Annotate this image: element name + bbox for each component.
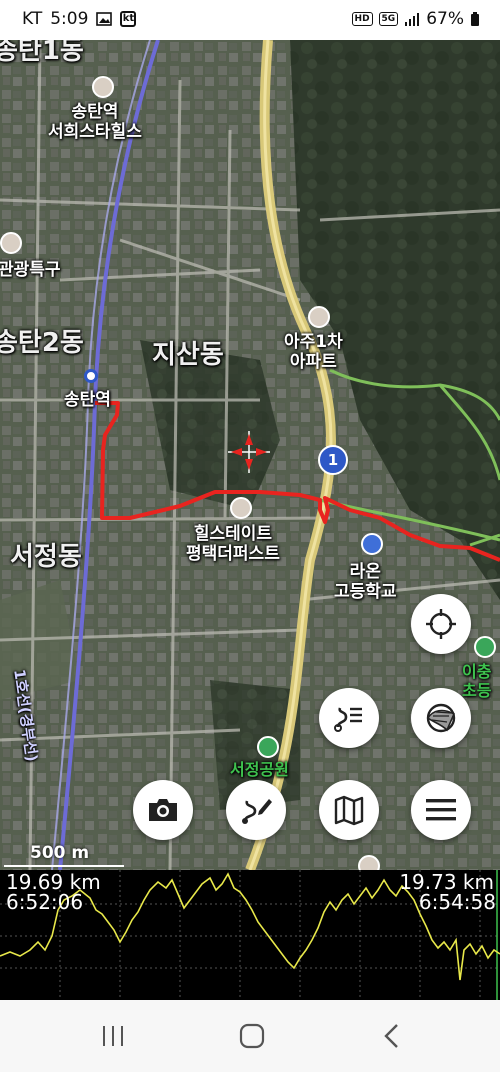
satellite-map-background [0,40,500,870]
clock: 5:09 [50,9,89,29]
scale-bar: 500 m [0,843,130,870]
map-button[interactable] [319,780,379,840]
battery-icon [470,12,480,26]
gallery-icon [96,12,113,26]
map-label-aju-apt: 아주1차 아파트 [284,332,343,373]
signal-icon [404,12,420,26]
draw-route-button[interactable] [226,780,286,840]
draw-route-icon [242,799,272,824]
poi-park-icon[interactable] [257,736,279,758]
route-list-button[interactable] [319,688,379,748]
poi-building-icon[interactable] [92,76,114,98]
locate-icon [426,609,456,639]
map-label-tourism-zone: 관광특구 [0,260,61,280]
map-label-raon-high: 라온 고등학교 [334,562,397,603]
map-label-songtan-station-hills: 송탄역 서희스타힐스 [48,102,142,143]
carrier-label: KT [22,9,43,29]
scale-label: 500 m [30,843,90,863]
menu-icon [426,799,456,821]
recents-button[interactable] [83,1016,143,1056]
home-icon [239,1023,265,1049]
map-label-songtan-station: 송탄역 [64,390,111,410]
map-label-songtan-2dong: 송탄2동 [0,328,84,358]
map-label-ichung: 이충 초등 [462,662,492,701]
map-label-seojeong-dong: 서정동 [10,542,82,572]
map-layer-icon [426,703,456,733]
recents-icon [103,1026,123,1046]
status-bar: KT 5:09 kt HD 5G 67% [0,0,500,40]
map-label-hillstate: 힐스테이트 평택더퍼스트 [186,524,280,565]
poi-school-icon[interactable] [361,533,383,555]
right-time: 6:54:58 [418,890,496,914]
kt-app-icon: kt [120,11,137,27]
camera-button[interactable] [133,780,193,840]
back-button[interactable] [362,1016,422,1056]
map-label-seojeong-park: 서정공원 [230,760,289,779]
left-time: 6:52:06 [6,890,84,914]
map-label-songtan-1dong: 송탄1동 [0,40,84,66]
route-list-icon [334,707,362,732]
route-1-badge: 1 [318,445,348,475]
map-view[interactable]: 1 송탄1동 송탄역 서희스타힐스 관광특구 송탄2동 지산동 아주1차 아파트… [0,40,500,870]
poi-tourism-icon[interactable] [0,232,22,254]
poi-building-icon-3[interactable] [358,855,380,870]
poi-school-green-icon[interactable] [474,636,496,658]
elevation-graph[interactable]: 19.69 km 6:52:06 19.73 km 6:54:58 [0,870,500,1000]
home-button[interactable] [222,1016,282,1056]
network-type-icon: 5G [378,12,399,26]
map-layers-button[interactable] [411,688,471,748]
map-icon [334,795,364,826]
poi-apartment-icon[interactable] [308,306,330,328]
map-label-jisan-dong: 지산동 [152,340,224,370]
hd-voice-icon: HD [351,12,373,26]
locate-button[interactable] [411,594,471,654]
station-marker-icon[interactable] [84,369,98,383]
camera-icon [149,799,177,821]
battery-percent: 67% [426,9,464,29]
back-icon [384,1024,398,1048]
poi-apartment-icon-2[interactable] [230,497,252,519]
scale-line [4,865,124,867]
system-nav-bar [0,1000,500,1072]
menu-button[interactable] [411,780,471,840]
